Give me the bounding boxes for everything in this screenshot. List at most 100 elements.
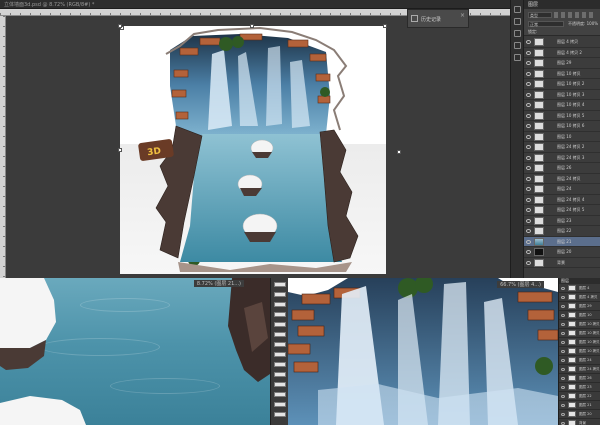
visibility-eye-icon[interactable] (561, 413, 565, 416)
panel-thumbnail[interactable] (274, 412, 286, 417)
layer-row[interactable]: 图层 24 (524, 184, 600, 195)
visibility-eye-icon[interactable] (561, 395, 565, 398)
visibility-eye-icon[interactable] (526, 229, 531, 233)
visibility-eye-icon[interactable] (561, 368, 565, 371)
history-tool-icon[interactable] (514, 6, 521, 13)
mini-layer-row[interactable]: 图层 20 (559, 410, 600, 419)
visibility-eye-icon[interactable] (526, 40, 531, 44)
visibility-eye-icon[interactable] (526, 176, 531, 181)
layer-kind-filter[interactable]: 类型 (528, 12, 552, 18)
visibility-eye-icon[interactable] (526, 134, 531, 139)
visibility-eye-icon[interactable] (526, 124, 531, 128)
water-closeup-window[interactable]: 8.72% (图层 21...) (0, 278, 270, 425)
visibility-eye-icon[interactable] (526, 82, 531, 86)
visibility-eye-icon[interactable] (526, 250, 531, 254)
layer-row[interactable]: 图层 24 拷贝 2 (524, 142, 600, 153)
mini-layer-row[interactable]: 图层 10 拷贝 4 (559, 347, 600, 356)
visibility-eye-icon[interactable] (561, 377, 565, 380)
visibility-eye-icon[interactable] (526, 260, 531, 265)
layer-row[interactable]: 背景 (524, 258, 600, 268)
visibility-eye-icon[interactable] (526, 145, 531, 149)
mini-layer-row[interactable]: 图层 22 (559, 392, 600, 401)
layer-row[interactable]: 图层 4 拷贝 2 (524, 48, 600, 58)
visibility-eye-icon[interactable] (561, 404, 565, 407)
adjustments-tool-icon[interactable] (514, 30, 521, 37)
layer-row[interactable]: 图层 22 (524, 226, 600, 237)
mini-layer-row[interactable]: 图层 4 拷贝 (559, 293, 600, 302)
visibility-eye-icon[interactable] (526, 239, 531, 244)
panel-thumbnail[interactable] (274, 312, 286, 317)
layers-tab[interactable]: 图层 (524, 0, 600, 9)
panel-thumbnail[interactable] (274, 382, 286, 387)
blend-mode-select[interactable]: 正常 (528, 21, 564, 27)
layer-row[interactable]: 图层 10 拷贝 6 (524, 121, 600, 132)
visibility-eye-icon[interactable] (561, 314, 565, 317)
layer-row[interactable]: 图层 21 (524, 236, 600, 247)
mini-layer-row[interactable]: 图层 29 (559, 302, 600, 311)
panel-thumbnail[interactable] (274, 292, 286, 297)
mini-layer-row[interactable]: 背景 (559, 419, 600, 425)
transform-handle-ml[interactable] (118, 148, 122, 152)
panel-thumbnail[interactable] (274, 392, 286, 397)
visibility-eye-icon[interactable] (526, 187, 531, 191)
styles-tool-icon[interactable] (514, 54, 521, 61)
visibility-eye-icon[interactable] (526, 208, 531, 212)
layer-row[interactable]: 图层 10 (524, 132, 600, 142)
visibility-eye-icon[interactable] (526, 61, 531, 65)
transform-handle-mr[interactable] (397, 150, 401, 154)
layer-row[interactable]: 图层 24 拷贝 (524, 174, 600, 184)
mini-layer-row[interactable]: 图层 10 (559, 311, 600, 320)
visibility-eye-icon[interactable] (526, 218, 531, 223)
mini-layer-row[interactable]: 图层 10 拷贝 (559, 320, 600, 329)
layer-row[interactable]: 图层 24 拷贝 3 (524, 153, 600, 163)
layer-row[interactable]: 图层 26 (524, 163, 600, 174)
mini-layer-row[interactable]: 图层 24 (559, 356, 600, 365)
mini-layer-row[interactable]: 图层 24 拷贝 (559, 365, 600, 374)
layer-row[interactable]: 图层 24 拷贝 5 (524, 205, 600, 216)
mini-layer-row[interactable]: 图层 23 (559, 383, 600, 392)
properties-tool-icon[interactable] (514, 18, 521, 25)
opacity-field[interactable]: 不透明度: 100% (568, 21, 598, 27)
visibility-eye-icon[interactable] (561, 386, 565, 389)
visibility-eye-icon[interactable] (526, 155, 531, 160)
panel-thumbnail[interactable] (274, 352, 286, 357)
visibility-eye-icon[interactable] (526, 113, 531, 118)
transform-handle-tl[interactable] (118, 24, 122, 28)
visibility-eye-icon[interactable] (561, 350, 565, 353)
visibility-eye-icon[interactable] (526, 103, 531, 107)
layer-row[interactable]: 图层 24 拷贝 4 (524, 195, 600, 205)
panel-thumbnail[interactable] (274, 302, 286, 307)
panel-thumbnail[interactable] (274, 332, 286, 337)
layer-row[interactable]: 图层 10 拷贝 4 (524, 100, 600, 111)
mini-layer-row[interactable]: 图层 10 拷贝 3 (559, 338, 600, 347)
visibility-eye-icon[interactable] (561, 332, 565, 335)
mini-layer-row[interactable]: 图层 21 (559, 401, 600, 410)
mini-layer-row[interactable]: 图层 4 (559, 284, 600, 293)
history-panel[interactable]: 历史记录 × (407, 9, 469, 28)
visibility-eye-icon[interactable] (561, 323, 565, 326)
panel-thumbnail[interactable] (274, 372, 286, 377)
visibility-eye-icon[interactable] (526, 197, 531, 202)
panel-thumbnail[interactable] (274, 322, 286, 327)
document-tab[interactable]: 立体墙面3d.psd @ 8.72% (RGB/8#) * (0, 0, 520, 9)
visibility-eye-icon[interactable] (561, 359, 565, 362)
panel-thumbnail[interactable] (274, 342, 286, 347)
transform-handle-tr[interactable] (383, 24, 387, 28)
layer-row[interactable]: 图层 10 拷贝 3 (524, 90, 600, 100)
visibility-eye-icon[interactable] (526, 92, 531, 97)
visibility-eye-icon[interactable] (526, 71, 531, 76)
layer-row[interactable]: 图层 10 拷贝 2 (524, 79, 600, 90)
visibility-eye-icon[interactable] (561, 296, 565, 299)
swatches-tool-icon[interactable] (514, 42, 521, 49)
panel-thumbnail[interactable] (274, 402, 286, 407)
visibility-eye-icon[interactable] (561, 341, 565, 344)
panel-thumbnail[interactable] (274, 282, 286, 287)
visibility-eye-icon[interactable] (561, 287, 565, 290)
mini-layer-row[interactable]: 图层 10 拷贝 2 (559, 329, 600, 338)
visibility-eye-icon[interactable] (526, 50, 531, 55)
close-icon[interactable]: × (460, 12, 465, 19)
layer-row[interactable]: 图层 20 (524, 247, 600, 258)
mini-layer-row[interactable]: 图层 26 (559, 374, 600, 383)
layer-row[interactable]: 图层 10 拷贝 (524, 69, 600, 79)
layer-row[interactable]: 图层 10 拷贝 5 (524, 111, 600, 121)
